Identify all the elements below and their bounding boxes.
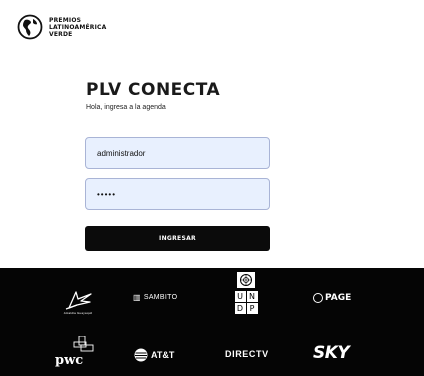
sponsor-sky-logo: SKY	[313, 343, 350, 363]
sambito-mark-icon: ▥	[133, 293, 141, 302]
sponsor-page-logo: PAGE	[313, 293, 351, 303]
logo-line-3: VERDE	[49, 30, 73, 38]
username-input[interactable]	[85, 137, 270, 169]
password-input[interactable]	[85, 178, 270, 210]
undp-letter: N	[246, 291, 258, 302]
page-subtitle: Hola, ingresa a la agenda	[86, 104, 166, 111]
sponsor-pwc-logo: pwc	[55, 336, 105, 368]
page-text: PAGE	[325, 293, 352, 303]
un-emblem-icon	[237, 272, 255, 288]
sponsor-undp-logo: U N D P	[234, 272, 258, 325]
globe-americas-icon	[17, 14, 43, 40]
logo-wordmark: PREMIOS LATINOAMÉRICA VERDE	[49, 17, 107, 38]
pwc-text: pwc	[55, 353, 84, 368]
page-title: PLV CONECTA	[86, 80, 221, 100]
directv-text: DIRECTV	[225, 349, 269, 359]
pwc-blocks-icon	[73, 336, 94, 352]
undp-letter: U	[234, 291, 246, 302]
undp-letter: D	[234, 303, 246, 314]
undp-letter: P	[246, 303, 258, 314]
alcaldia-emblem-icon	[65, 290, 92, 310]
login-button[interactable]: INGRESAR	[85, 226, 270, 251]
sky-text: SKY	[313, 343, 350, 363]
sponsor-directv-logo: DIRECTV	[225, 349, 269, 359]
logo-line-2: LATINOAMÉRICA	[49, 23, 107, 31]
sambito-text: SAMBITO	[143, 294, 178, 301]
att-globe-icon	[134, 348, 148, 362]
att-text: AT&T	[151, 350, 175, 360]
sponsor-att-logo: AT&T	[134, 348, 174, 362]
plv-logo: PREMIOS LATINOAMÉRICA VERDE	[17, 14, 107, 40]
logo-line-1: PREMIOS	[49, 16, 82, 24]
page-ring-icon	[313, 293, 323, 303]
alcaldia-caption: Alcaldía Guayaquil	[63, 310, 93, 315]
sponsors-footer: Alcaldía Guayaquil ▥ SAMBITO U N D P PAG…	[0, 268, 424, 376]
sponsor-alcaldia-logo: Alcaldía Guayaquil	[48, 285, 108, 319]
sponsor-sambito-logo: ▥ SAMBITO	[133, 293, 177, 302]
undp-letter-grid: U N D P	[234, 291, 258, 314]
